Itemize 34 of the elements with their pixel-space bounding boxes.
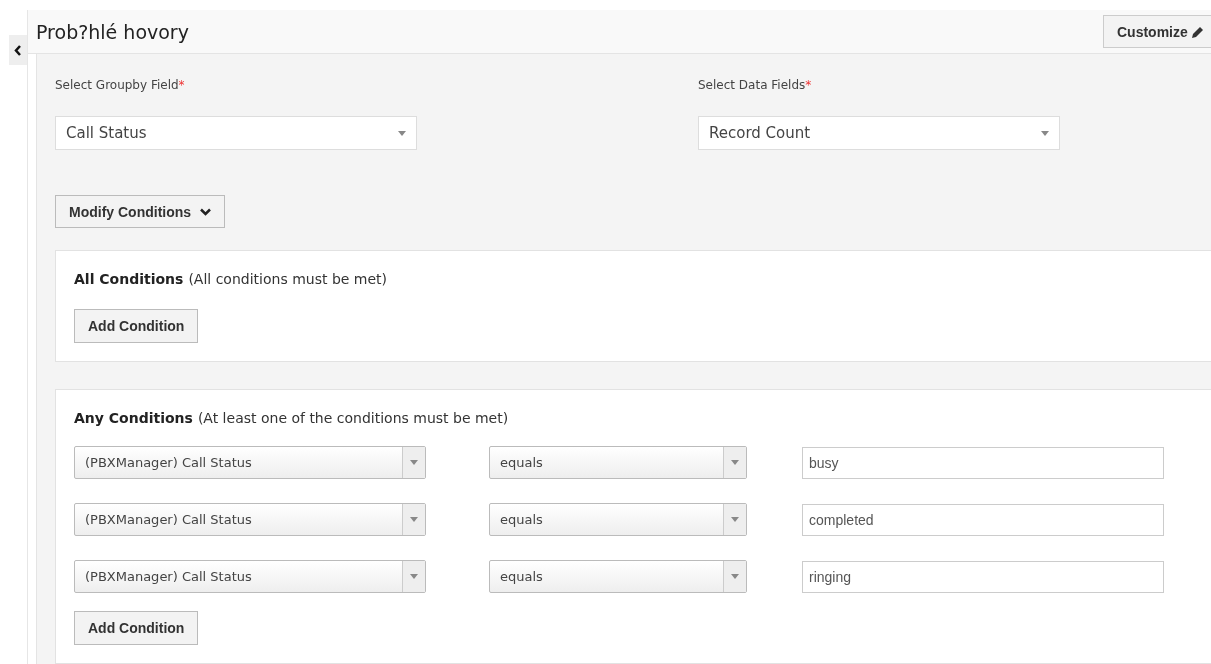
section-hint: (All conditions must be met) (188, 271, 388, 289)
field-label: Select Data Fields* (698, 78, 813, 94)
field-select[interactable]: (PBXManager) Call Status (74, 446, 426, 479)
field-label: Select Groupby Field* (55, 78, 186, 94)
caret-icon (398, 130, 406, 136)
section-title: Any Conditions (74, 410, 193, 428)
section-title: All Conditions (74, 271, 184, 289)
dropdown[interactable]: Call Status (55, 116, 417, 150)
dropdown[interactable]: Record Count (698, 116, 1060, 150)
caret-icon (410, 517, 418, 522)
value-field[interactable]: completed (802, 503, 1164, 536)
page-title: Prob?hlé hovory (36, 21, 189, 43)
value-field[interactable]: busy (802, 446, 1164, 479)
caret-icon (410, 574, 418, 579)
pencil-icon (1191, 25, 1204, 38)
field-select[interactable]: (PBXManager) Call Status (74, 503, 426, 536)
section-hint: (At least one of the conditions must be met) (197, 410, 509, 428)
add-condition-button[interactable]: Add Condition (74, 611, 199, 645)
caret-icon (410, 460, 418, 465)
operator-select[interactable]: equals (489, 503, 747, 536)
caret-icon (731, 517, 739, 522)
caret-icon (1041, 130, 1049, 136)
add-condition-button[interactable]: Add Condition (74, 309, 199, 343)
modify-conditions-button[interactable]: Modify Conditions (55, 195, 226, 228)
value-field[interactable]: ringing (802, 560, 1164, 593)
collapse-button[interactable] (9, 35, 27, 65)
field-select[interactable]: (PBXManager) Call Status (74, 560, 426, 593)
operator-select[interactable]: equals (489, 446, 747, 479)
chevron-down-icon (200, 207, 212, 216)
operator-select[interactable]: equals (489, 560, 747, 593)
customize-button[interactable]: Customize (1103, 15, 1211, 48)
caret-icon (731, 460, 739, 465)
caret-icon (731, 574, 739, 579)
chevron-left-icon (14, 44, 22, 56)
